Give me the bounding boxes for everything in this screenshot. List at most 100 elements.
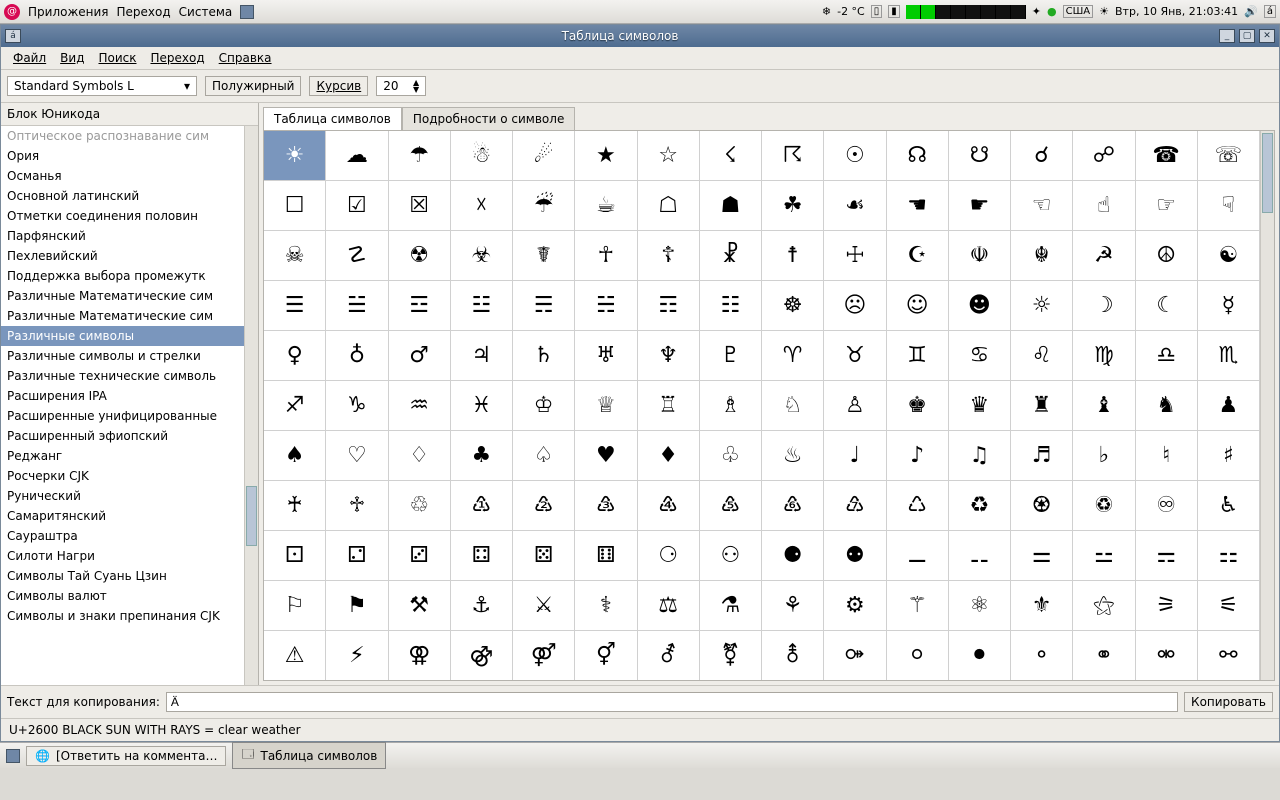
char-cell[interactable]: ☴ (513, 281, 575, 331)
char-cell[interactable]: ♄ (513, 331, 575, 381)
char-cell[interactable]: ☜ (1011, 181, 1073, 231)
copy-input[interactable] (166, 692, 1178, 712)
char-cell[interactable]: ⚌ (1011, 531, 1073, 581)
char-cell[interactable]: ☔ (513, 181, 575, 231)
sidebar-item[interactable]: Рунический (1, 486, 258, 506)
char-cell[interactable]: ♦ (638, 431, 700, 481)
italic-toggle[interactable]: Курсив (309, 76, 368, 96)
char-cell[interactable]: ⚉ (824, 531, 886, 581)
tray-app-icon[interactable]: ☀ (1099, 5, 1109, 18)
grid-scrollbar[interactable] (1260, 131, 1274, 680)
char-cell[interactable]: ⚩ (824, 631, 886, 681)
char-cell[interactable]: ☽ (1073, 281, 1135, 331)
sidebar-list[interactable]: Оптическое распознавание симОрияОсманьяО… (1, 126, 258, 685)
char-cell[interactable]: ♪ (887, 431, 949, 481)
char-cell[interactable]: ♌ (1011, 331, 1073, 381)
char-cell[interactable]: ☬ (1011, 231, 1073, 281)
char-cell[interactable]: ♬ (1011, 431, 1073, 481)
keyboard-layout[interactable]: США (1063, 5, 1094, 18)
char-cell[interactable]: ☮ (1136, 231, 1198, 281)
char-cell[interactable]: ☘ (762, 181, 824, 231)
char-cell[interactable]: ⚋ (949, 531, 1011, 581)
char-cell[interactable]: ♊ (887, 331, 949, 381)
char-cell[interactable]: ☌ (1011, 131, 1073, 181)
char-cell[interactable]: ☒ (389, 181, 451, 231)
char-cell[interactable]: ⚜ (1011, 581, 1073, 631)
char-cell[interactable]: ⚟ (1198, 581, 1260, 631)
char-cell[interactable]: ☐ (264, 181, 326, 231)
spinner-arrows-icon[interactable]: ▲▼ (413, 79, 419, 93)
char-cell[interactable]: ♣ (451, 431, 513, 481)
char-cell[interactable]: ⚯ (1198, 631, 1260, 681)
menu-file[interactable]: Файл (7, 49, 52, 67)
show-desktop-icon[interactable] (6, 749, 20, 763)
char-cell[interactable]: ⚝ (1073, 581, 1135, 631)
char-cell[interactable]: ⚗ (700, 581, 762, 631)
char-cell[interactable]: ♤ (513, 431, 575, 481)
char-cell[interactable]: ♠ (264, 431, 326, 481)
char-cell[interactable]: ⚧ (700, 631, 762, 681)
char-cell[interactable]: ♲ (389, 481, 451, 531)
window-titlebar[interactable]: á Таблица символов _ ▢ ✕ (1, 25, 1279, 47)
char-cell[interactable]: ♔ (513, 381, 575, 431)
char-cell[interactable]: ♰ (264, 481, 326, 531)
char-cell[interactable]: ⚑ (326, 581, 388, 631)
char-grid[interactable]: ☀☁☂☃☄★☆☇☈☉☊☋☌☍☎☏☐☑☒☓☔☕☖☗☘☙☚☛☜☝☞☟☠☡☢☣☤☥☦☧… (264, 131, 1260, 681)
char-cell[interactable]: ♹ (824, 481, 886, 531)
menu-help[interactable]: Справка (213, 49, 278, 67)
char-cell[interactable]: ♉ (824, 331, 886, 381)
sidebar-item[interactable]: Поддержка выбора промежутк (1, 266, 258, 286)
char-cell[interactable]: ⚐ (264, 581, 326, 631)
char-cell[interactable]: ☰ (264, 281, 326, 331)
tray-app-icon[interactable]: ✦ (1032, 5, 1041, 18)
char-cell[interactable]: ☛ (949, 181, 1011, 231)
size-spinner[interactable]: 20 ▲▼ (376, 76, 426, 96)
char-cell[interactable]: ⚤ (513, 631, 575, 681)
char-cell[interactable]: ☲ (389, 281, 451, 331)
char-cell[interactable]: ♡ (326, 431, 388, 481)
char-cell[interactable]: ☑ (326, 181, 388, 231)
char-cell[interactable]: ♵ (575, 481, 637, 531)
char-cell[interactable]: ☊ (887, 131, 949, 181)
char-cell[interactable]: ♷ (700, 481, 762, 531)
char-cell[interactable]: ☈ (762, 131, 824, 181)
char-cell[interactable]: ⚒ (389, 581, 451, 631)
char-cell[interactable]: ♯ (1198, 431, 1260, 481)
char-cell[interactable]: ♀ (264, 331, 326, 381)
char-cell[interactable]: ♢ (389, 431, 451, 481)
char-cell[interactable]: ♍ (1073, 331, 1135, 381)
panel-launcher-icon[interactable] (240, 5, 254, 19)
char-cell[interactable]: ☚ (887, 181, 949, 231)
char-cell[interactable]: ♜ (1011, 381, 1073, 431)
char-cell[interactable]: ☕ (575, 181, 637, 231)
char-cell[interactable]: ⚪ (887, 631, 949, 681)
char-cell[interactable]: ⚠ (264, 631, 326, 681)
char-cell[interactable]: ☨ (762, 231, 824, 281)
char-cell[interactable]: ⚕ (575, 581, 637, 631)
tray-indicator-icon[interactable]: ▯ (871, 5, 883, 18)
char-cell[interactable]: ☢ (389, 231, 451, 281)
sidebar-item[interactable]: Реджанг (1, 446, 258, 466)
char-cell[interactable]: ♘ (762, 381, 824, 431)
char-cell[interactable]: ⚛ (949, 581, 1011, 631)
char-cell[interactable]: ⚦ (638, 631, 700, 681)
sidebar-item[interactable]: Парфянский (1, 226, 258, 246)
char-cell[interactable]: ♨ (762, 431, 824, 481)
char-cell[interactable]: ⚂ (389, 531, 451, 581)
char-cell[interactable]: ⚬ (1011, 631, 1073, 681)
taskbar-item[interactable]: 🗔 Таблица символов (232, 742, 386, 769)
copy-button[interactable]: Копировать (1184, 692, 1273, 712)
char-cell[interactable]: ☃ (451, 131, 513, 181)
char-cell[interactable]: ☋ (949, 131, 1011, 181)
char-cell[interactable]: ☟ (1198, 181, 1260, 231)
char-cell[interactable]: ☦ (638, 231, 700, 281)
char-cell[interactable]: ☿ (1198, 281, 1260, 331)
char-cell[interactable]: ☁ (326, 131, 388, 181)
char-cell[interactable]: ☱ (326, 281, 388, 331)
char-cell[interactable]: ☄ (513, 131, 575, 181)
char-cell[interactable]: ♥ (575, 431, 637, 481)
char-cell[interactable]: ☫ (949, 231, 1011, 281)
sidebar-item[interactable]: Оптическое распознавание сим (1, 126, 258, 146)
char-cell[interactable]: ♱ (326, 481, 388, 531)
char-cell[interactable]: ☼ (1011, 281, 1073, 331)
